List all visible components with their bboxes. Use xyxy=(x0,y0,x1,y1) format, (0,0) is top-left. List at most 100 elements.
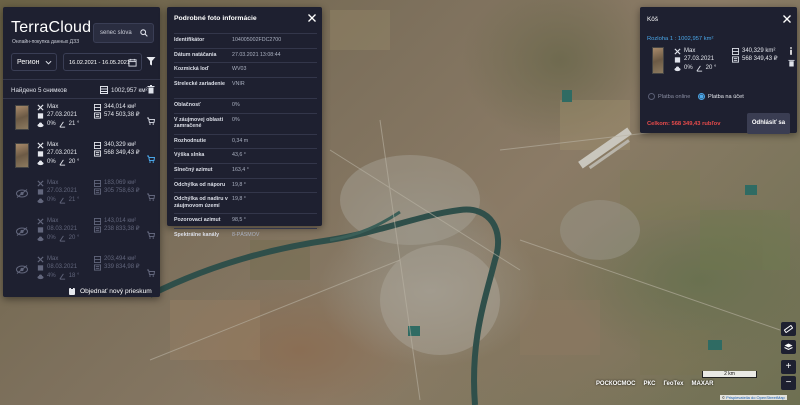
info-row: Slnečný azimut 163,4 ° xyxy=(174,163,317,178)
cloud-cover: 0% xyxy=(47,120,56,127)
cart-icon[interactable] xyxy=(147,117,155,125)
pay-account-radio[interactable]: Platba na účet xyxy=(698,93,744,100)
cloud-angle-row: 0% 20 ° xyxy=(37,158,79,166)
image-price: 305 758,63 ₽ xyxy=(104,188,140,195)
cloud-angle-row: 4% 18 ° xyxy=(37,272,79,280)
info-value: 104005002FDC2700 xyxy=(232,37,282,43)
image-area: 183,069 км² xyxy=(104,180,137,186)
view-angle: 18 ° xyxy=(68,272,80,279)
info-key: Dátum natáčania xyxy=(174,51,217,58)
cloud-cover: 0% xyxy=(684,64,693,71)
partner-logos: РОСКОСМОС РКС ГеоТех MAXAR xyxy=(596,381,714,387)
eye-off-icon[interactable] xyxy=(16,265,28,274)
pay-account-label: Platba na účet xyxy=(708,93,744,100)
calendar-icon xyxy=(37,189,44,195)
search-panel: TerraCloud Онлайн-покупка данных ДЗЗ sen… xyxy=(3,7,160,297)
photo-info-panel: Podrobné foto informácie Identifikátor 10… xyxy=(167,7,322,238)
result-item[interactable]: Max 27.03.2021 0% 21 ° 344,014 км² 574 503,38… xyxy=(3,103,160,137)
info-row: Rozhodnutie 0,34 m xyxy=(174,133,317,149)
info-icon[interactable] xyxy=(788,47,794,55)
satellite-row: Max xyxy=(674,47,716,55)
basket-subtitle: Rozloha 1 : 1002,957 km² xyxy=(647,36,714,42)
result-item[interactable]: Max 08.03.2021 0% 20 ° 143,014 км² 238 833,38… xyxy=(3,217,160,251)
eye-off-icon[interactable] xyxy=(16,189,28,198)
image-price: 238 833,38 ₽ xyxy=(104,226,140,233)
plus-icon: + xyxy=(785,361,792,372)
search-icon[interactable] xyxy=(140,29,148,37)
trash-icon[interactable] xyxy=(147,85,155,94)
info-value: 0,34 m xyxy=(232,137,249,144)
cart-icon[interactable] xyxy=(147,193,155,201)
cloud-cover: 4% xyxy=(47,272,56,279)
info-row: Oblačnosť 0% xyxy=(174,98,317,113)
app-title: TerraCloud xyxy=(11,19,92,36)
satellite-row: Max xyxy=(37,179,79,187)
info-key: Strelecké zariadenie xyxy=(174,80,225,87)
search-input[interactable]: senec slova xyxy=(93,23,154,43)
price-icon xyxy=(94,226,101,233)
calendar-icon xyxy=(37,227,44,233)
image-thumbnail[interactable] xyxy=(652,47,664,74)
close-icon[interactable] xyxy=(307,13,317,23)
angle-icon xyxy=(59,273,65,280)
area-row: 344,014 км² xyxy=(94,103,140,111)
layers-button[interactable] xyxy=(781,340,796,354)
result-item[interactable]: Max 08.03.2021 4% 18 ° 203,494 км² 339 834,98… xyxy=(3,255,160,289)
order-survey-button[interactable]: Objednať nový prieskum xyxy=(68,287,152,295)
cloud-angle-row: 0% 20 ° xyxy=(674,64,716,72)
results-total-area: 1002,957 км² xyxy=(100,86,148,94)
image-area: 143,014 км² xyxy=(104,218,137,224)
info-title: Podrobné foto informácie xyxy=(174,15,257,22)
info-key: Oblačnosť xyxy=(174,102,201,108)
image-thumbnail[interactable] xyxy=(15,143,29,168)
info-value: 0% xyxy=(232,116,240,123)
info-key: Rozhodnutie xyxy=(174,137,207,144)
calendar-icon[interactable] xyxy=(128,58,137,67)
area-icon xyxy=(94,103,101,111)
info-value: 8-PÁSMOV xyxy=(232,232,260,238)
result-item[interactable]: Max 27.03.2021 0% 21 ° 183,069 км² 305 758,63… xyxy=(3,179,160,213)
map-scale: 2 km xyxy=(702,371,757,378)
info-value: 98,5 ° xyxy=(232,217,246,224)
info-row: V záujmovej oblasti zamračené 0% xyxy=(174,112,317,134)
search-value: senec slova xyxy=(100,30,132,36)
price-icon xyxy=(94,150,101,157)
date-row: 27.03.2021 xyxy=(37,187,79,195)
info-key: Výška slnka xyxy=(174,152,205,159)
view-angle: 20 ° xyxy=(68,234,80,241)
close-icon[interactable] xyxy=(782,14,792,24)
trash-icon[interactable] xyxy=(788,59,795,67)
basket-panel: Kôš Rozloha 1 : 1002,957 km² Max 27.03.2… xyxy=(640,7,797,134)
zoom-in-button[interactable]: + xyxy=(781,360,796,374)
logo-maxar: MAXAR xyxy=(691,381,714,387)
area-icon xyxy=(94,217,101,225)
zoom-out-button[interactable]: − xyxy=(781,376,796,390)
logo-geotech: ГеоТех xyxy=(663,381,684,387)
info-value: 19,8 ° xyxy=(232,196,246,203)
cart-icon[interactable] xyxy=(147,269,155,277)
cart-icon[interactable] xyxy=(147,155,155,163)
satellite-icon xyxy=(37,256,44,263)
filter-icon[interactable] xyxy=(146,56,156,66)
eye-off-icon[interactable] xyxy=(16,227,28,236)
cloud-cover: 0% xyxy=(47,196,56,203)
satellite-icon xyxy=(37,104,44,111)
capture-date: 08.03.2021 xyxy=(47,264,78,271)
radio-icon[interactable] xyxy=(648,93,655,100)
result-item[interactable]: Max 27.03.2021 0% 20 ° 340,329 км² 568 349,43… xyxy=(3,141,160,175)
info-key: Pozorovací azimut xyxy=(174,217,221,224)
image-thumbnail[interactable] xyxy=(15,105,29,130)
area-row: 203,494 км² xyxy=(94,255,140,263)
ruler-tool-button[interactable] xyxy=(781,322,796,336)
region-select[interactable]: Регион xyxy=(11,53,57,71)
checkout-button[interactable]: Odhlásiť sa xyxy=(747,113,790,134)
pay-online-radio[interactable]: Platba online xyxy=(648,93,690,100)
cart-icon[interactable] xyxy=(147,231,155,239)
radio-selected-icon[interactable] xyxy=(698,93,705,100)
osm-attribution-link[interactable]: Prispievatelia do OpenStreetMap xyxy=(726,395,785,400)
info-row: Dátum natáčania 27.03.2021 13:08:44 xyxy=(174,47,317,63)
angle-icon xyxy=(696,65,702,72)
satellite-icon xyxy=(674,48,681,55)
image-area: 344,014 км² xyxy=(104,104,137,110)
date-range-input[interactable]: 16.02.2021 - 16.05.2021 xyxy=(63,53,142,71)
